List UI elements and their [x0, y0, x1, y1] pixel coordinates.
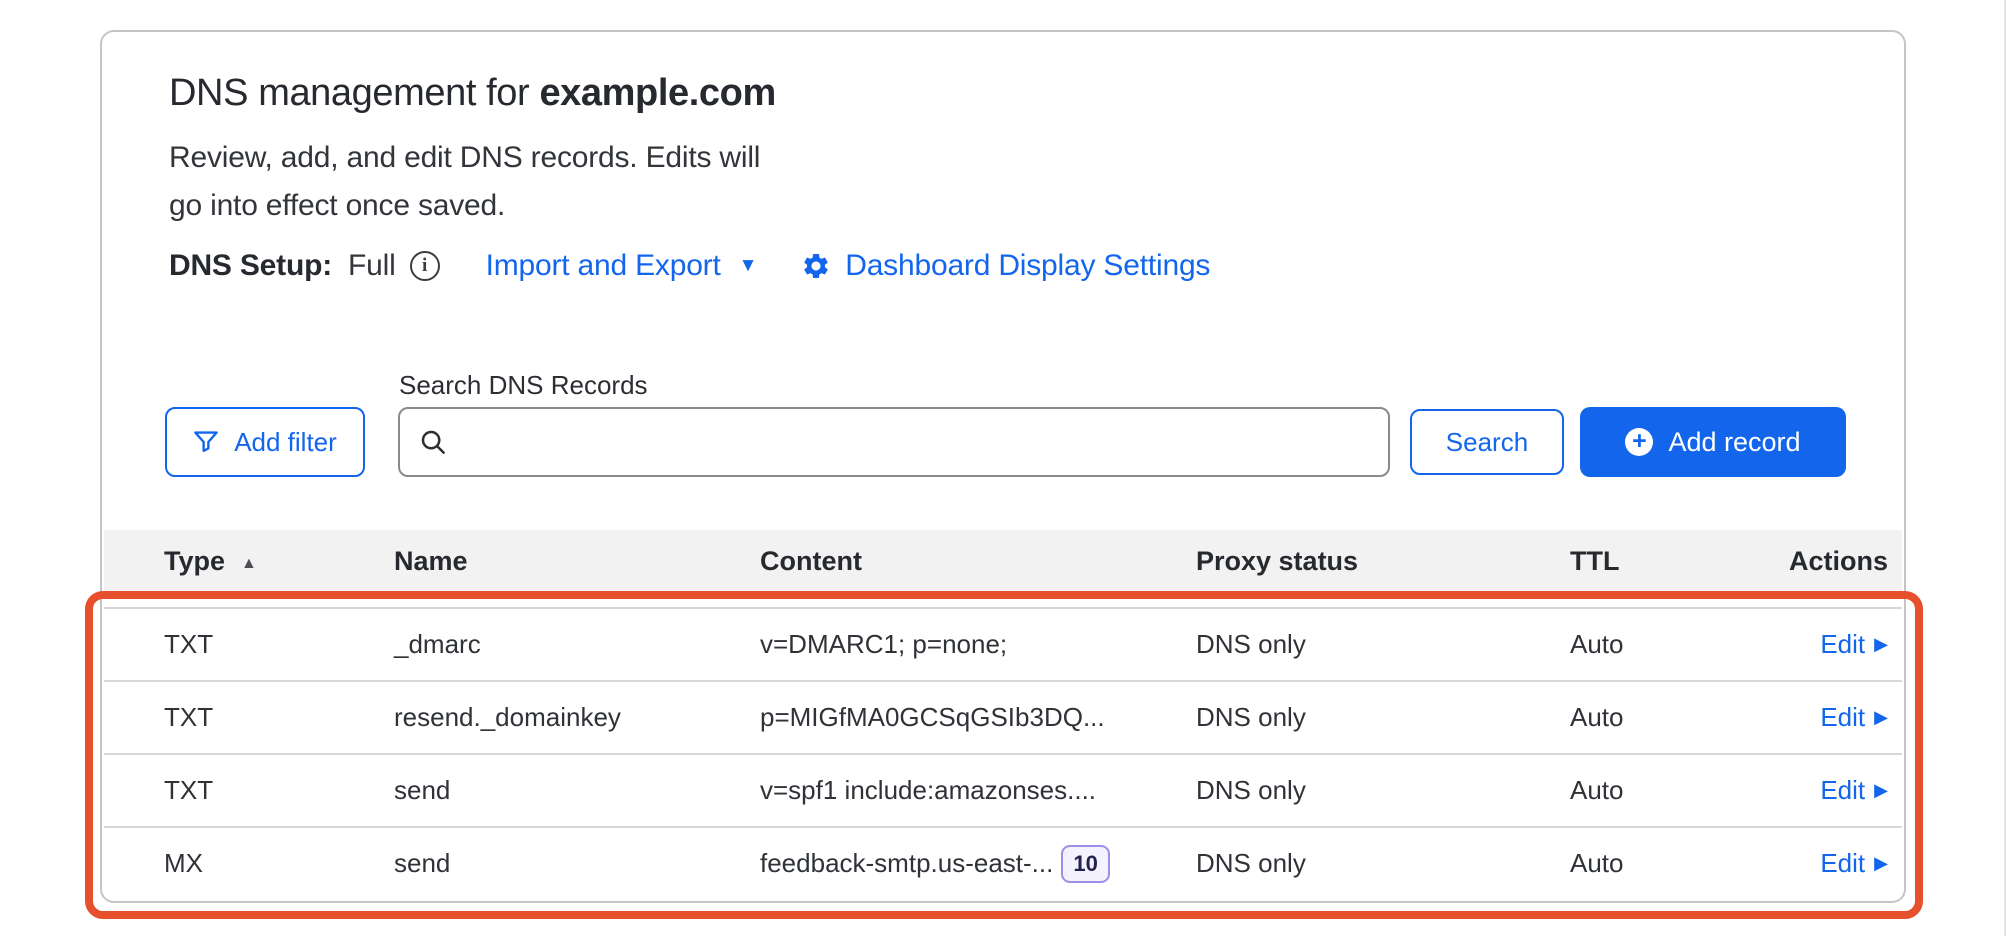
cell-content: v=spf1 include:amazonses....: [760, 775, 1196, 806]
cell-content: p=MIGfMA0GCSqGSIb3DQ...: [760, 702, 1196, 733]
edit-caret-icon: ▶: [1874, 780, 1888, 801]
cell-actions: Edit▶: [1770, 702, 1888, 733]
cell-name: send: [394, 775, 760, 806]
cell-actions: Edit▶: [1770, 775, 1888, 806]
cell-name: _dmarc: [394, 629, 760, 660]
dns-setup-label: DNS Setup:: [169, 249, 332, 283]
viewport-edge-line: [2004, 0, 2006, 936]
column-header-name: Name: [394, 546, 760, 577]
table-row: TXT _dmarc v=DMARC1; p=none; DNS only Au…: [104, 609, 1902, 682]
cell-actions: Edit▶: [1770, 848, 1888, 879]
cell-proxy-status: DNS only: [1196, 702, 1570, 733]
cell-type: MX: [164, 848, 394, 879]
sort-ascending-icon: ▲: [241, 555, 257, 572]
filter-funnel-icon: [193, 429, 219, 455]
page-title: DNS management for example.com: [169, 70, 776, 116]
page-description-line1: Review, add, and edit DNS records. Edits…: [169, 134, 760, 182]
gear-icon: [801, 251, 831, 281]
cell-content: feedback-smtp.us-east-...10: [760, 845, 1196, 883]
table-row: TXT send v=spf1 include:amazonses.... DN…: [104, 755, 1902, 828]
dashboard-display-settings-label: Dashboard Display Settings: [845, 249, 1210, 283]
search-box[interactable]: [398, 407, 1390, 477]
page-description: Review, add, and edit DNS records. Edits…: [169, 134, 760, 230]
add-filter-label: Add filter: [234, 427, 337, 458]
column-header-type[interactable]: Type▲: [164, 546, 394, 577]
table-body: TXT _dmarc v=DMARC1; p=none; DNS only Au…: [104, 607, 1902, 899]
cell-content: v=DMARC1; p=none;: [760, 629, 1196, 660]
edit-record-button[interactable]: Edit▶: [1820, 848, 1888, 879]
dns-setup-row: DNS Setup: Full i Import and Export ▼ Da…: [169, 244, 1210, 288]
table-row: TXT resend._domainkey p=MIGfMA0GCSqGSIb3…: [104, 682, 1902, 755]
info-icon[interactable]: i: [410, 251, 440, 281]
cell-proxy-status: DNS only: [1196, 629, 1570, 660]
search-input[interactable]: [460, 411, 1370, 473]
cell-proxy-status: DNS only: [1196, 775, 1570, 806]
cell-actions: Edit▶: [1770, 629, 1888, 660]
column-header-content: Content: [760, 546, 1196, 577]
table-row: MX send feedback-smtp.us-east-...10 DNS …: [104, 828, 1902, 899]
import-export-button[interactable]: Import and Export ▼: [486, 249, 758, 283]
cell-ttl: Auto: [1570, 702, 1770, 733]
plus-icon: +: [1625, 428, 1653, 456]
cell-type: TXT: [164, 629, 394, 660]
dns-management-card: DNS management for example.com Review, a…: [100, 30, 1906, 903]
add-record-label: Add record: [1668, 427, 1800, 458]
search-button[interactable]: Search: [1410, 409, 1564, 475]
cell-type: TXT: [164, 775, 394, 806]
edit-caret-icon: ▶: [1874, 707, 1888, 728]
column-header-ttl: TTL: [1570, 546, 1770, 577]
dashboard-display-settings-button[interactable]: Dashboard Display Settings: [801, 249, 1210, 283]
cell-ttl: Auto: [1570, 775, 1770, 806]
page-title-domain: example.com: [539, 72, 775, 114]
column-header-actions: Actions: [1770, 546, 1888, 577]
search-records-label: Search DNS Records: [399, 370, 648, 401]
add-record-button[interactable]: + Add record: [1580, 407, 1846, 477]
page-description-line2: go into effect once saved.: [169, 182, 760, 230]
dns-setup-value: Full: [348, 249, 396, 283]
edit-caret-icon: ▶: [1874, 634, 1888, 655]
cell-name: send: [394, 848, 760, 879]
priority-badge: 10: [1061, 845, 1109, 883]
search-icon: [418, 427, 448, 457]
edit-record-button[interactable]: Edit▶: [1820, 702, 1888, 733]
cell-type: TXT: [164, 702, 394, 733]
page-title-prefix: DNS management for: [169, 72, 539, 114]
cell-ttl: Auto: [1570, 629, 1770, 660]
column-header-proxy-status: Proxy status: [1196, 546, 1570, 577]
edit-record-button[interactable]: Edit▶: [1820, 629, 1888, 660]
cell-ttl: Auto: [1570, 848, 1770, 879]
add-filter-button[interactable]: Add filter: [165, 407, 365, 477]
chevron-down-icon: ▼: [739, 255, 758, 277]
import-export-label: Import and Export: [486, 249, 721, 283]
cell-proxy-status: DNS only: [1196, 848, 1570, 879]
cell-name: resend._domainkey: [394, 702, 760, 733]
edit-record-button[interactable]: Edit▶: [1820, 775, 1888, 806]
edit-caret-icon: ▶: [1874, 853, 1888, 874]
table-header-row: Type▲ Name Content Proxy status TTL Acti…: [104, 530, 1902, 592]
